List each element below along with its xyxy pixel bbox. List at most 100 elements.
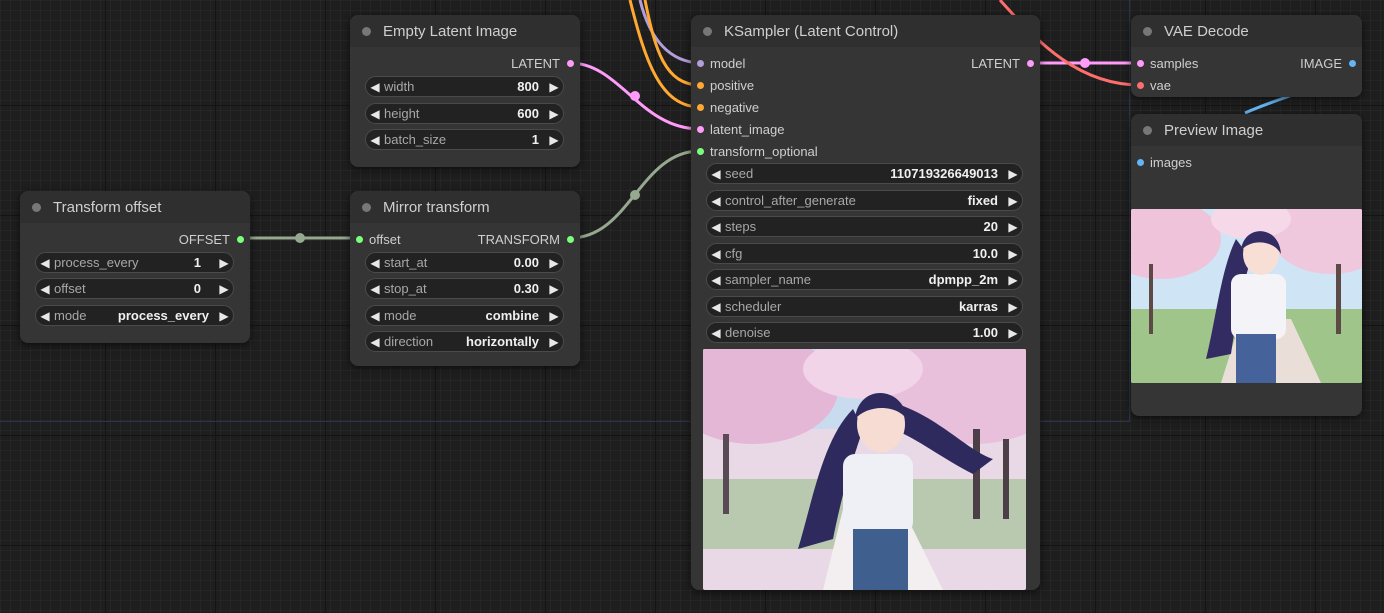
increment-icon[interactable]: ▶ <box>215 309 233 323</box>
decrement-icon[interactable]: ◀ <box>707 220 725 234</box>
decrement-icon[interactable]: ◀ <box>366 80 384 94</box>
increment-icon[interactable]: ▶ <box>1004 167 1022 181</box>
widget-value[interactable]: process_every <box>118 308 209 323</box>
node-header[interactable]: Mirror transform <box>350 191 580 223</box>
widget-value[interactable]: 0.00 <box>514 255 539 270</box>
node-header[interactable]: Empty Latent Image <box>350 15 580 47</box>
slot-dot-icon[interactable] <box>697 147 704 155</box>
slot-dot-icon[interactable] <box>697 125 704 133</box>
widget-sampler-name[interactable]: ◀ sampler_name dpmpp_2m ▶ <box>706 269 1023 290</box>
decrement-icon[interactable]: ◀ <box>366 309 384 323</box>
decrement-icon[interactable]: ◀ <box>366 107 384 121</box>
increment-icon[interactable]: ▶ <box>1004 300 1022 314</box>
increment-icon[interactable]: ▶ <box>545 107 563 121</box>
widget-width[interactable]: ◀ width 800 ▶ <box>365 76 564 97</box>
widget-value[interactable]: 1 <box>532 132 539 147</box>
node-transform-offset[interactable]: Transform offset OFFSET ◀ process_every … <box>20 191 250 343</box>
node-header[interactable]: Preview Image <box>1131 114 1362 146</box>
widget-value[interactable]: 0 <box>194 281 201 296</box>
node-preview-image[interactable]: Preview Image images <box>1131 114 1362 416</box>
increment-icon[interactable]: ▶ <box>215 282 233 296</box>
widget-control-after-generate[interactable]: ◀ control_after_generate fixed ▶ <box>706 190 1023 211</box>
output-preview-image[interactable] <box>1131 209 1362 383</box>
slot-dot-icon[interactable] <box>567 59 574 67</box>
decrement-icon[interactable]: ◀ <box>707 273 725 287</box>
widget-process-every[interactable]: ◀ process_every 1 ▶ <box>35 252 234 273</box>
increment-icon[interactable]: ▶ <box>545 282 563 296</box>
slot-dot-icon[interactable] <box>1137 158 1144 166</box>
widget-value[interactable]: 10.0 <box>973 246 998 261</box>
input-slot-latent-image[interactable]: latent_image <box>697 120 784 138</box>
widget-value[interactable]: 1 <box>194 255 201 270</box>
widget-stop-at[interactable]: ◀ stop_at 0.30 ▶ <box>365 278 564 299</box>
widget-value[interactable]: fixed <box>968 193 998 208</box>
widget-mode[interactable]: ◀ mode combine ▶ <box>365 305 564 326</box>
output-slot-latent[interactable]: LATENT <box>971 54 1034 72</box>
slot-dot-icon[interactable] <box>1027 59 1034 67</box>
decrement-icon[interactable]: ◀ <box>366 282 384 296</box>
widget-denoise[interactable]: ◀ denoise 1.00 ▶ <box>706 322 1023 343</box>
node-vae-decode[interactable]: VAE Decode samples IMAGE vae <box>1131 15 1362 97</box>
input-slot-model[interactable]: model <box>697 54 745 72</box>
decrement-icon[interactable]: ◀ <box>366 133 384 147</box>
widget-value[interactable]: combine <box>486 308 539 323</box>
decrement-icon[interactable]: ◀ <box>707 247 725 261</box>
widget-steps[interactable]: ◀ steps 20 ▶ <box>706 216 1023 237</box>
output-slot-offset[interactable]: OFFSET <box>179 230 244 248</box>
increment-icon[interactable]: ▶ <box>1004 247 1022 261</box>
widget-cfg[interactable]: ◀ cfg 10.0 ▶ <box>706 243 1023 264</box>
slot-dot-icon[interactable] <box>237 235 244 243</box>
increment-icon[interactable]: ▶ <box>545 256 563 270</box>
decrement-icon[interactable]: ◀ <box>36 256 54 270</box>
decrement-icon[interactable]: ◀ <box>707 167 725 181</box>
decrement-icon[interactable]: ◀ <box>366 256 384 270</box>
widget-offset[interactable]: ◀ offset 0 ▶ <box>35 278 234 299</box>
collapse-dot-icon[interactable] <box>362 26 371 36</box>
slot-dot-icon[interactable] <box>356 235 363 243</box>
increment-icon[interactable]: ▶ <box>1004 194 1022 208</box>
decrement-icon[interactable]: ◀ <box>707 326 725 340</box>
collapse-dot-icon[interactable] <box>703 26 712 36</box>
slot-dot-icon[interactable] <box>1137 81 1144 89</box>
node-ksampler[interactable]: KSampler (Latent Control) model LATENT p… <box>691 15 1040 590</box>
widget-mode[interactable]: ◀ mode process_every ▶ <box>35 305 234 326</box>
input-slot-negative[interactable]: negative <box>697 98 759 116</box>
collapse-dot-icon[interactable] <box>1143 125 1152 135</box>
increment-icon[interactable]: ▶ <box>215 256 233 270</box>
node-header[interactable]: VAE Decode <box>1131 15 1362 47</box>
input-slot-offset[interactable]: offset <box>356 230 401 248</box>
widget-value[interactable]: 110719326649013 <box>890 166 998 181</box>
decrement-icon[interactable]: ◀ <box>366 335 384 349</box>
slot-dot-icon[interactable] <box>697 59 704 67</box>
widget-value[interactable]: 20 <box>984 219 998 234</box>
input-slot-images[interactable]: images <box>1137 153 1192 171</box>
slot-dot-icon[interactable] <box>697 103 704 111</box>
widget-value[interactable]: 0.30 <box>514 281 539 296</box>
input-slot-samples[interactable]: samples <box>1137 54 1198 72</box>
output-slot-latent[interactable]: LATENT <box>511 54 574 72</box>
node-header[interactable]: Transform offset <box>20 191 250 223</box>
increment-icon[interactable]: ▶ <box>545 133 563 147</box>
slot-dot-icon[interactable] <box>567 235 574 243</box>
widget-value[interactable]: horizontally <box>466 334 539 349</box>
widget-seed[interactable]: ◀ seed 110719326649013 ▶ <box>706 163 1023 184</box>
slot-dot-icon[interactable] <box>1137 59 1144 67</box>
decrement-icon[interactable]: ◀ <box>36 282 54 296</box>
collapse-dot-icon[interactable] <box>32 202 41 212</box>
widget-value[interactable]: 800 <box>517 79 539 94</box>
node-header[interactable]: KSampler (Latent Control) <box>691 15 1040 47</box>
collapse-dot-icon[interactable] <box>1143 26 1152 36</box>
widget-start-at[interactable]: ◀ start_at 0.00 ▶ <box>365 252 564 273</box>
widget-scheduler[interactable]: ◀ scheduler karras ▶ <box>706 296 1023 317</box>
decrement-icon[interactable]: ◀ <box>707 194 725 208</box>
slot-dot-icon[interactable] <box>1349 59 1356 67</box>
increment-icon[interactable]: ▶ <box>1004 220 1022 234</box>
increment-icon[interactable]: ▶ <box>1004 273 1022 287</box>
input-slot-positive[interactable]: positive <box>697 76 754 94</box>
increment-icon[interactable]: ▶ <box>1004 326 1022 340</box>
increment-icon[interactable]: ▶ <box>545 309 563 323</box>
widget-value[interactable]: karras <box>959 299 998 314</box>
widget-height[interactable]: ◀ height 600 ▶ <box>365 103 564 124</box>
output-slot-image[interactable]: IMAGE <box>1300 54 1356 72</box>
decrement-icon[interactable]: ◀ <box>707 300 725 314</box>
